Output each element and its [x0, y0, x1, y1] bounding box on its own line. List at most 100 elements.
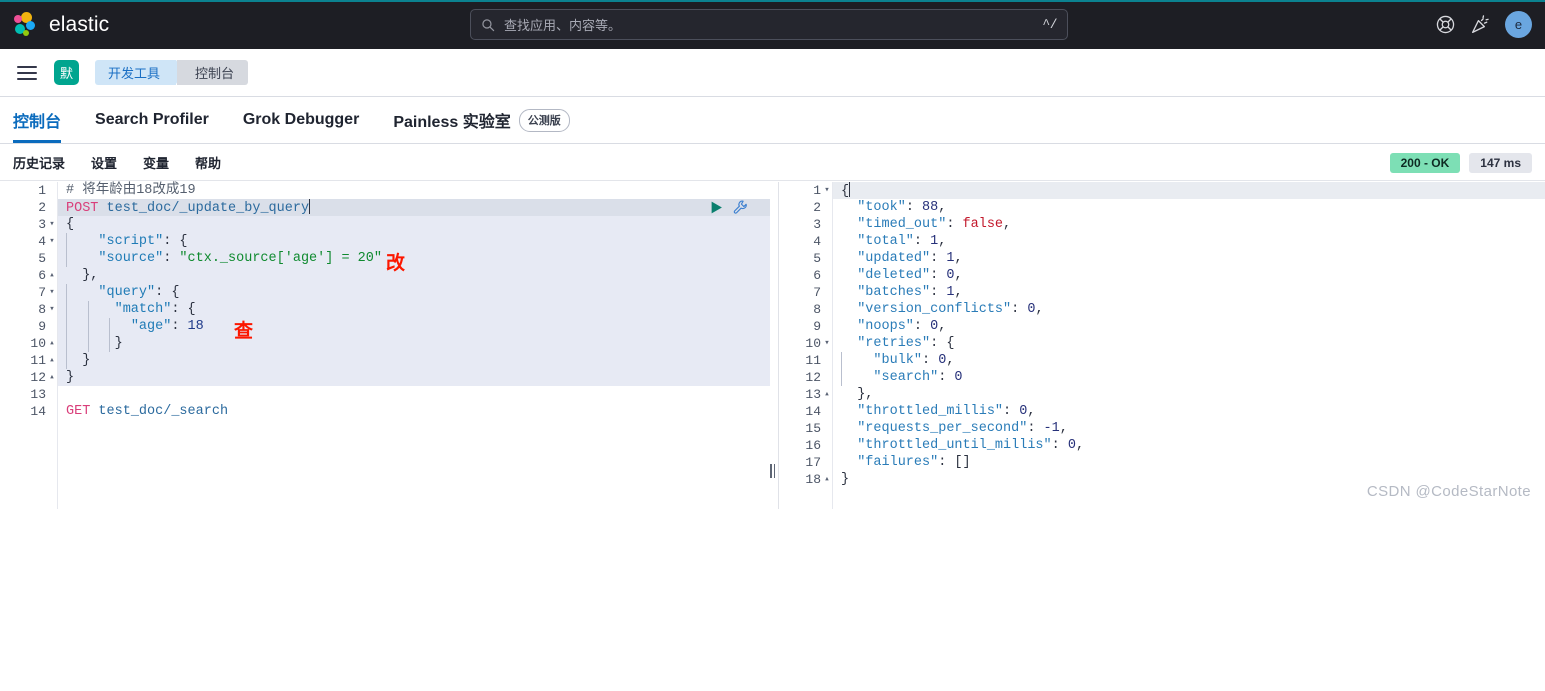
code-line[interactable]: 5 "updated": 1, — [779, 250, 1545, 267]
code-line[interactable]: 11▴ } — [0, 352, 770, 369]
code-line-text: "version_conflicts": 0, — [833, 301, 1545, 318]
topbar-accent-line — [0, 0, 1545, 2]
search-input[interactable]: 查找应用、内容等。 — [504, 15, 1042, 34]
breadcrumb-item-dev-tools[interactable]: 开发工具 — [95, 60, 176, 85]
code-line[interactable]: 13 — [0, 386, 770, 403]
code-line-text: } — [58, 352, 770, 369]
space-badge[interactable]: 默 — [54, 60, 79, 85]
line-number: 5 — [0, 250, 46, 267]
tab-bar: 控制台 Search Profiler Grok Debugger Painle… — [0, 97, 1545, 144]
line-number: 6 — [779, 267, 821, 284]
code-line[interactable]: 9 "age": 18 — [0, 318, 770, 335]
line-number: 10 — [779, 335, 821, 352]
tab-search-profiler[interactable]: Search Profiler — [95, 97, 209, 143]
code-line[interactable]: 7 "batches": 1, — [779, 284, 1545, 301]
submenu-item-history[interactable]: 历史记录 — [13, 153, 65, 172]
pane-resize-handle[interactable] — [768, 463, 777, 479]
tab-painless-lab[interactable]: Painless 实验室 公测版 — [393, 97, 569, 143]
code-line[interactable]: 14GET test_doc/_search — [0, 403, 770, 420]
code-line-text: "took": 88, — [833, 199, 1545, 216]
indent-guide — [66, 318, 67, 335]
line-number: 11 — [0, 352, 46, 369]
code-line[interactable]: 8▾ "match": { — [0, 301, 770, 318]
code-line[interactable]: 6 "deleted": 0, — [779, 267, 1545, 284]
avatar[interactable]: e — [1505, 11, 1532, 38]
line-number: 8 — [0, 301, 46, 318]
topbar-actions: e — [1435, 0, 1532, 49]
indent-guide — [66, 250, 67, 267]
code-line[interactable]: 1▾{ — [779, 182, 1545, 199]
indent-guide — [88, 335, 89, 352]
line-number: 2 — [0, 199, 46, 216]
code-line-text: "query": { — [58, 284, 770, 301]
code-line[interactable]: 13▴ }, — [779, 386, 1545, 403]
submenu-item-settings[interactable]: 设置 — [91, 153, 117, 172]
play-run-icon[interactable] — [710, 201, 723, 214]
code-line[interactable]: 11 "bulk": 0, — [779, 352, 1545, 369]
code-line[interactable]: 2 "took": 88, — [779, 199, 1545, 216]
response-viewer[interactable]: 1▾{2 "took": 88,3 "timed_out": false,4 "… — [779, 182, 1545, 509]
line-number: 3 — [779, 216, 821, 233]
response-code[interactable]: 1▾{2 "took": 88,3 "timed_out": false,4 "… — [779, 182, 1545, 509]
breadcrumb-item-console[interactable]: 控制台 — [177, 60, 248, 85]
code-line[interactable]: 10▾ "retries": { — [779, 335, 1545, 352]
fold-toggle-icon[interactable]: ▾ — [46, 284, 58, 301]
fold-toggle-icon[interactable]: ▾ — [46, 301, 58, 318]
fold-toggle-icon[interactable]: ▾ — [46, 216, 58, 233]
line-number: 9 — [779, 318, 821, 335]
code-line[interactable]: 15 "requests_per_second": -1, — [779, 420, 1545, 437]
hamburger-menu-icon[interactable] — [17, 66, 37, 80]
line-number: 7 — [0, 284, 46, 301]
code-line[interactable]: 14 "throttled_millis": 0, — [779, 403, 1545, 420]
code-line[interactable]: 1# 将年龄由18改成19 — [0, 182, 770, 199]
fold-toggle-icon[interactable]: ▴ — [46, 335, 58, 352]
fold-toggle-icon[interactable]: ▴ — [821, 386, 833, 403]
code-line-text: "source": "ctx._source['age'] = 20" — [58, 250, 770, 267]
code-line-text: "requests_per_second": -1, — [833, 420, 1545, 437]
line-number: 15 — [779, 420, 821, 437]
status-badge: 200 - OK — [1390, 153, 1461, 173]
line-number: 1 — [0, 182, 46, 199]
elastic-brand[interactable]: elastic — [13, 11, 109, 38]
line-number: 17 — [779, 454, 821, 471]
code-line[interactable]: 12▴} — [0, 369, 770, 386]
fold-toggle-icon[interactable]: ▴ — [46, 369, 58, 386]
code-line[interactable]: 6▴ }, — [0, 267, 770, 284]
code-line-text: { — [58, 216, 770, 233]
fold-toggle-icon[interactable]: ▴ — [46, 267, 58, 284]
code-line[interactable]: 8 "version_conflicts": 0, — [779, 301, 1545, 318]
global-search[interactable]: 查找应用、内容等。 ^/ — [470, 9, 1068, 40]
code-line-text: "age": 18 — [58, 318, 770, 335]
request-editor[interactable]: 1# 将年龄由18改成192POST test_doc/_update_by_q… — [0, 182, 770, 509]
request-code[interactable]: 1# 将年龄由18改成192POST test_doc/_update_by_q… — [0, 182, 770, 509]
code-line[interactable]: 4▾ "script": { — [0, 233, 770, 250]
fold-toggle-icon[interactable]: ▴ — [821, 471, 833, 488]
line-number: 18 — [779, 471, 821, 488]
code-line[interactable]: 9 "noops": 0, — [779, 318, 1545, 335]
submenu-item-variables[interactable]: 变量 — [143, 153, 169, 172]
tab-grok-debugger[interactable]: Grok Debugger — [243, 97, 359, 143]
submenu-item-help[interactable]: 帮助 — [195, 153, 221, 172]
code-line[interactable]: 10▴ } — [0, 335, 770, 352]
code-line[interactable]: 5 "source": "ctx._source['age'] = 20" — [0, 250, 770, 267]
fold-toggle-icon[interactable]: ▾ — [821, 182, 833, 199]
code-line[interactable]: 12 "search": 0 — [779, 369, 1545, 386]
code-line-text: "noops": 0, — [833, 318, 1545, 335]
fold-toggle-icon[interactable]: ▾ — [821, 335, 833, 352]
news-announcement-icon[interactable] — [1470, 14, 1491, 35]
help-lifebuoy-icon[interactable] — [1435, 14, 1456, 35]
code-line[interactable]: 3▾{ — [0, 216, 770, 233]
text-cursor — [309, 199, 310, 214]
code-line[interactable]: 4 "total": 1, — [779, 233, 1545, 250]
code-line[interactable]: 17 "failures": [] — [779, 454, 1545, 471]
fold-toggle-icon[interactable]: ▾ — [46, 233, 58, 250]
tab-console[interactable]: 控制台 — [13, 97, 61, 143]
wrench-tools-icon[interactable] — [733, 200, 748, 215]
fold-toggle-icon[interactable]: ▴ — [46, 352, 58, 369]
tab-search-profiler-label: Search Profiler — [95, 111, 209, 129]
code-line[interactable]: 3 "timed_out": false, — [779, 216, 1545, 233]
code-line[interactable]: 16 "throttled_until_millis": 0, — [779, 437, 1545, 454]
code-line[interactable]: 2POST test_doc/_update_by_query — [0, 199, 770, 216]
tab-console-label: 控制台 — [13, 108, 61, 132]
code-line[interactable]: 7▾ "query": { — [0, 284, 770, 301]
